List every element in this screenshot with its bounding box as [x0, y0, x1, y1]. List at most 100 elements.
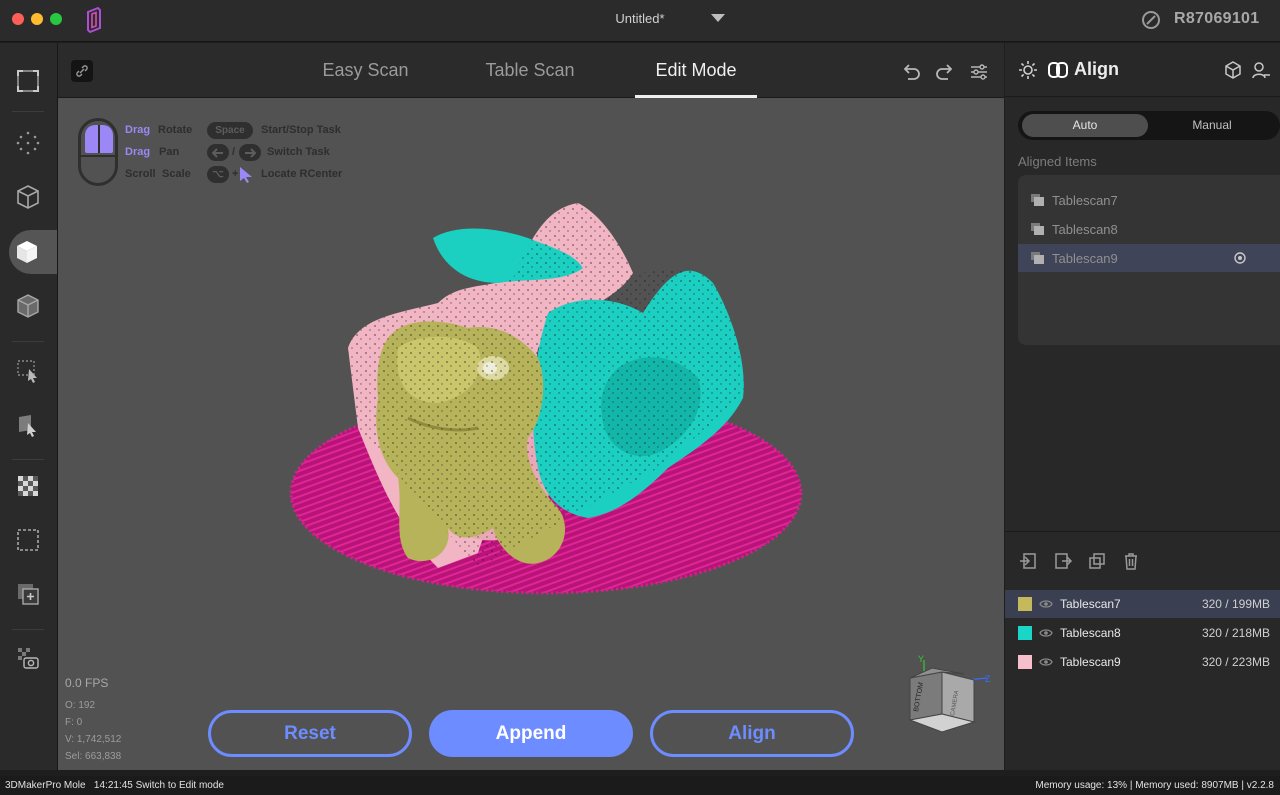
shaded-cube-icon — [17, 294, 39, 318]
color-swatch[interactable] — [1018, 626, 1032, 640]
hint-locate-label: Locate RCenter — [261, 168, 343, 180]
close-window-button[interactable] — [12, 13, 24, 25]
rect-select-tool[interactable] — [10, 353, 46, 389]
scan-name: Tablescan8 — [1060, 626, 1121, 640]
aligned-item-selected[interactable]: Tablescan9 — [1018, 244, 1280, 272]
aligned-items-label: Aligned Items — [1018, 154, 1097, 169]
scan-size: 320 / 218MB — [1201, 626, 1270, 640]
add-layer-tool[interactable] — [10, 576, 46, 612]
undo-icon[interactable] — [900, 61, 922, 83]
hint-pan-label: Pan — [159, 146, 180, 158]
rectangle-select-icon — [17, 360, 37, 383]
eye-icon[interactable] — [1039, 599, 1053, 609]
align-icon — [1048, 62, 1068, 78]
manual-mode-option[interactable]: Manual — [1148, 114, 1276, 137]
crop-frame-icon — [17, 529, 39, 551]
select-all-tool[interactable] — [10, 63, 46, 99]
tab-table-scan[interactable]: Table Scan — [471, 60, 589, 81]
space-key-badge: Space — [207, 122, 253, 139]
fps-readout: 0.0 FPS — [65, 676, 109, 690]
camera-texture-icon — [18, 648, 39, 669]
scan-name: Tablescan7 — [1060, 597, 1121, 611]
stat-v: V: 1,742,512 — [65, 734, 122, 745]
minimize-window-button[interactable] — [31, 13, 43, 25]
title-dropdown-icon[interactable] — [711, 14, 725, 22]
crop-tool[interactable] — [10, 522, 46, 558]
align-button[interactable]: Align — [650, 710, 854, 757]
stat-sel: Sel: 663,838 — [65, 751, 122, 762]
reset-button[interactable]: Reset — [208, 710, 412, 757]
aligned-item-label: Tablescan9 — [1052, 251, 1118, 266]
lasso-select-tool[interactable] — [10, 407, 46, 443]
hint-start-stop-label: Start/Stop Task — [261, 124, 341, 136]
layer-icon — [1031, 194, 1044, 206]
scan-row[interactable]: Tablescan7 320 / 199MB — [1005, 590, 1280, 618]
trash-icon[interactable] — [1121, 551, 1141, 571]
solid-view-tool[interactable] — [9, 230, 57, 274]
status-bar: 3DMakerPro Mole 14:21:45 Switch to Edit … — [0, 776, 1280, 795]
aligned-item[interactable]: Tablescan7 — [1018, 186, 1280, 214]
stat-o: O: 192 — [65, 700, 96, 711]
duplicate-icon[interactable] — [1087, 551, 1107, 571]
aligned-items-list: Tablescan7 Tablescan8 Tablescan9 — [1018, 175, 1280, 345]
hint-plus: + — [232, 168, 239, 180]
scan-row[interactable]: Tablescan9 320 / 223MB — [1005, 648, 1280, 676]
eye-icon[interactable] — [1039, 657, 1053, 667]
memory-status: Memory usage: 13% | Memory used: 8907MB … — [1035, 780, 1274, 791]
aligned-item[interactable]: Tablescan8 — [1018, 215, 1280, 243]
panel-title: Align — [1074, 59, 1119, 79]
scan-row[interactable]: Tablescan8 320 / 218MB — [1005, 619, 1280, 647]
tab-easy-scan[interactable]: Easy Scan — [308, 60, 423, 81]
settings-sliders-icon[interactable] — [968, 61, 990, 83]
wireframe-cube-icon — [17, 185, 39, 209]
navigation-cube[interactable]: Y Z X BOTTOM CAMERA — [892, 654, 992, 754]
model-cube-icon[interactable] — [1223, 60, 1243, 80]
zoom-window-button[interactable] — [50, 13, 62, 25]
user-id[interactable]: R87069101 — [1174, 10, 1259, 28]
tab-edit-mode[interactable]: Edit Mode — [635, 60, 757, 81]
solid-cube-icon — [17, 241, 37, 263]
link-icon — [76, 65, 88, 77]
export-icon[interactable] — [1053, 551, 1073, 571]
document-title-area: Untitled* — [0, 11, 1280, 26]
arrow-right-key-icon — [239, 144, 261, 161]
axis-y-label: Y — [918, 654, 924, 664]
layer-icon — [1031, 223, 1044, 235]
point-cloud-tool[interactable] — [10, 125, 46, 161]
eye-icon[interactable] — [1039, 628, 1053, 638]
account-icon[interactable] — [1140, 9, 1162, 31]
scan-model-render[interactable] — [58, 98, 1004, 770]
reference-target-icon[interactable] — [1234, 252, 1246, 264]
aligned-item-label: Tablescan8 — [1052, 222, 1118, 237]
link-button[interactable] — [71, 60, 93, 82]
texture-tool[interactable] — [10, 468, 46, 504]
arrow-left-key-icon — [207, 144, 229, 161]
hint-rotate-label: Rotate — [158, 124, 193, 136]
textured-view-tool[interactable] — [10, 288, 46, 324]
light-icon[interactable] — [1018, 60, 1038, 80]
document-title[interactable]: Untitled* — [615, 11, 664, 26]
3d-viewport[interactable]: Drag Rotate Drag Pan Scroll Scale Space … — [58, 98, 1004, 770]
import-icon[interactable] — [1018, 551, 1038, 571]
frame-select-icon — [17, 70, 39, 92]
wireframe-tool[interactable] — [10, 179, 46, 215]
mouse-hint-icon — [78, 118, 118, 186]
layer-icon — [1031, 252, 1044, 264]
point-cloud-icon — [16, 131, 40, 155]
align-panel-header: Align — [1005, 43, 1280, 97]
texture-capture-tool[interactable] — [10, 640, 46, 676]
left-toolbar — [0, 43, 58, 770]
hint-drag-pan-key: Drag — [125, 146, 151, 158]
export-user-icon[interactable] — [1251, 60, 1271, 80]
status-message: 3DMakerPro Mole 14:21:45 Switch to Edit … — [5, 780, 224, 791]
color-swatch[interactable] — [1018, 655, 1032, 669]
cursor-pointer-icon — [240, 167, 252, 183]
redo-icon[interactable] — [934, 61, 956, 83]
hint-slash: / — [232, 146, 236, 158]
stat-f: F: 0 — [65, 717, 83, 728]
layer-select-icon — [19, 415, 36, 437]
auto-mode-option[interactable]: Auto — [1022, 114, 1148, 137]
append-button[interactable]: Append — [429, 710, 633, 757]
hint-drag-rotate-key: Drag — [125, 124, 151, 136]
color-swatch[interactable] — [1018, 597, 1032, 611]
